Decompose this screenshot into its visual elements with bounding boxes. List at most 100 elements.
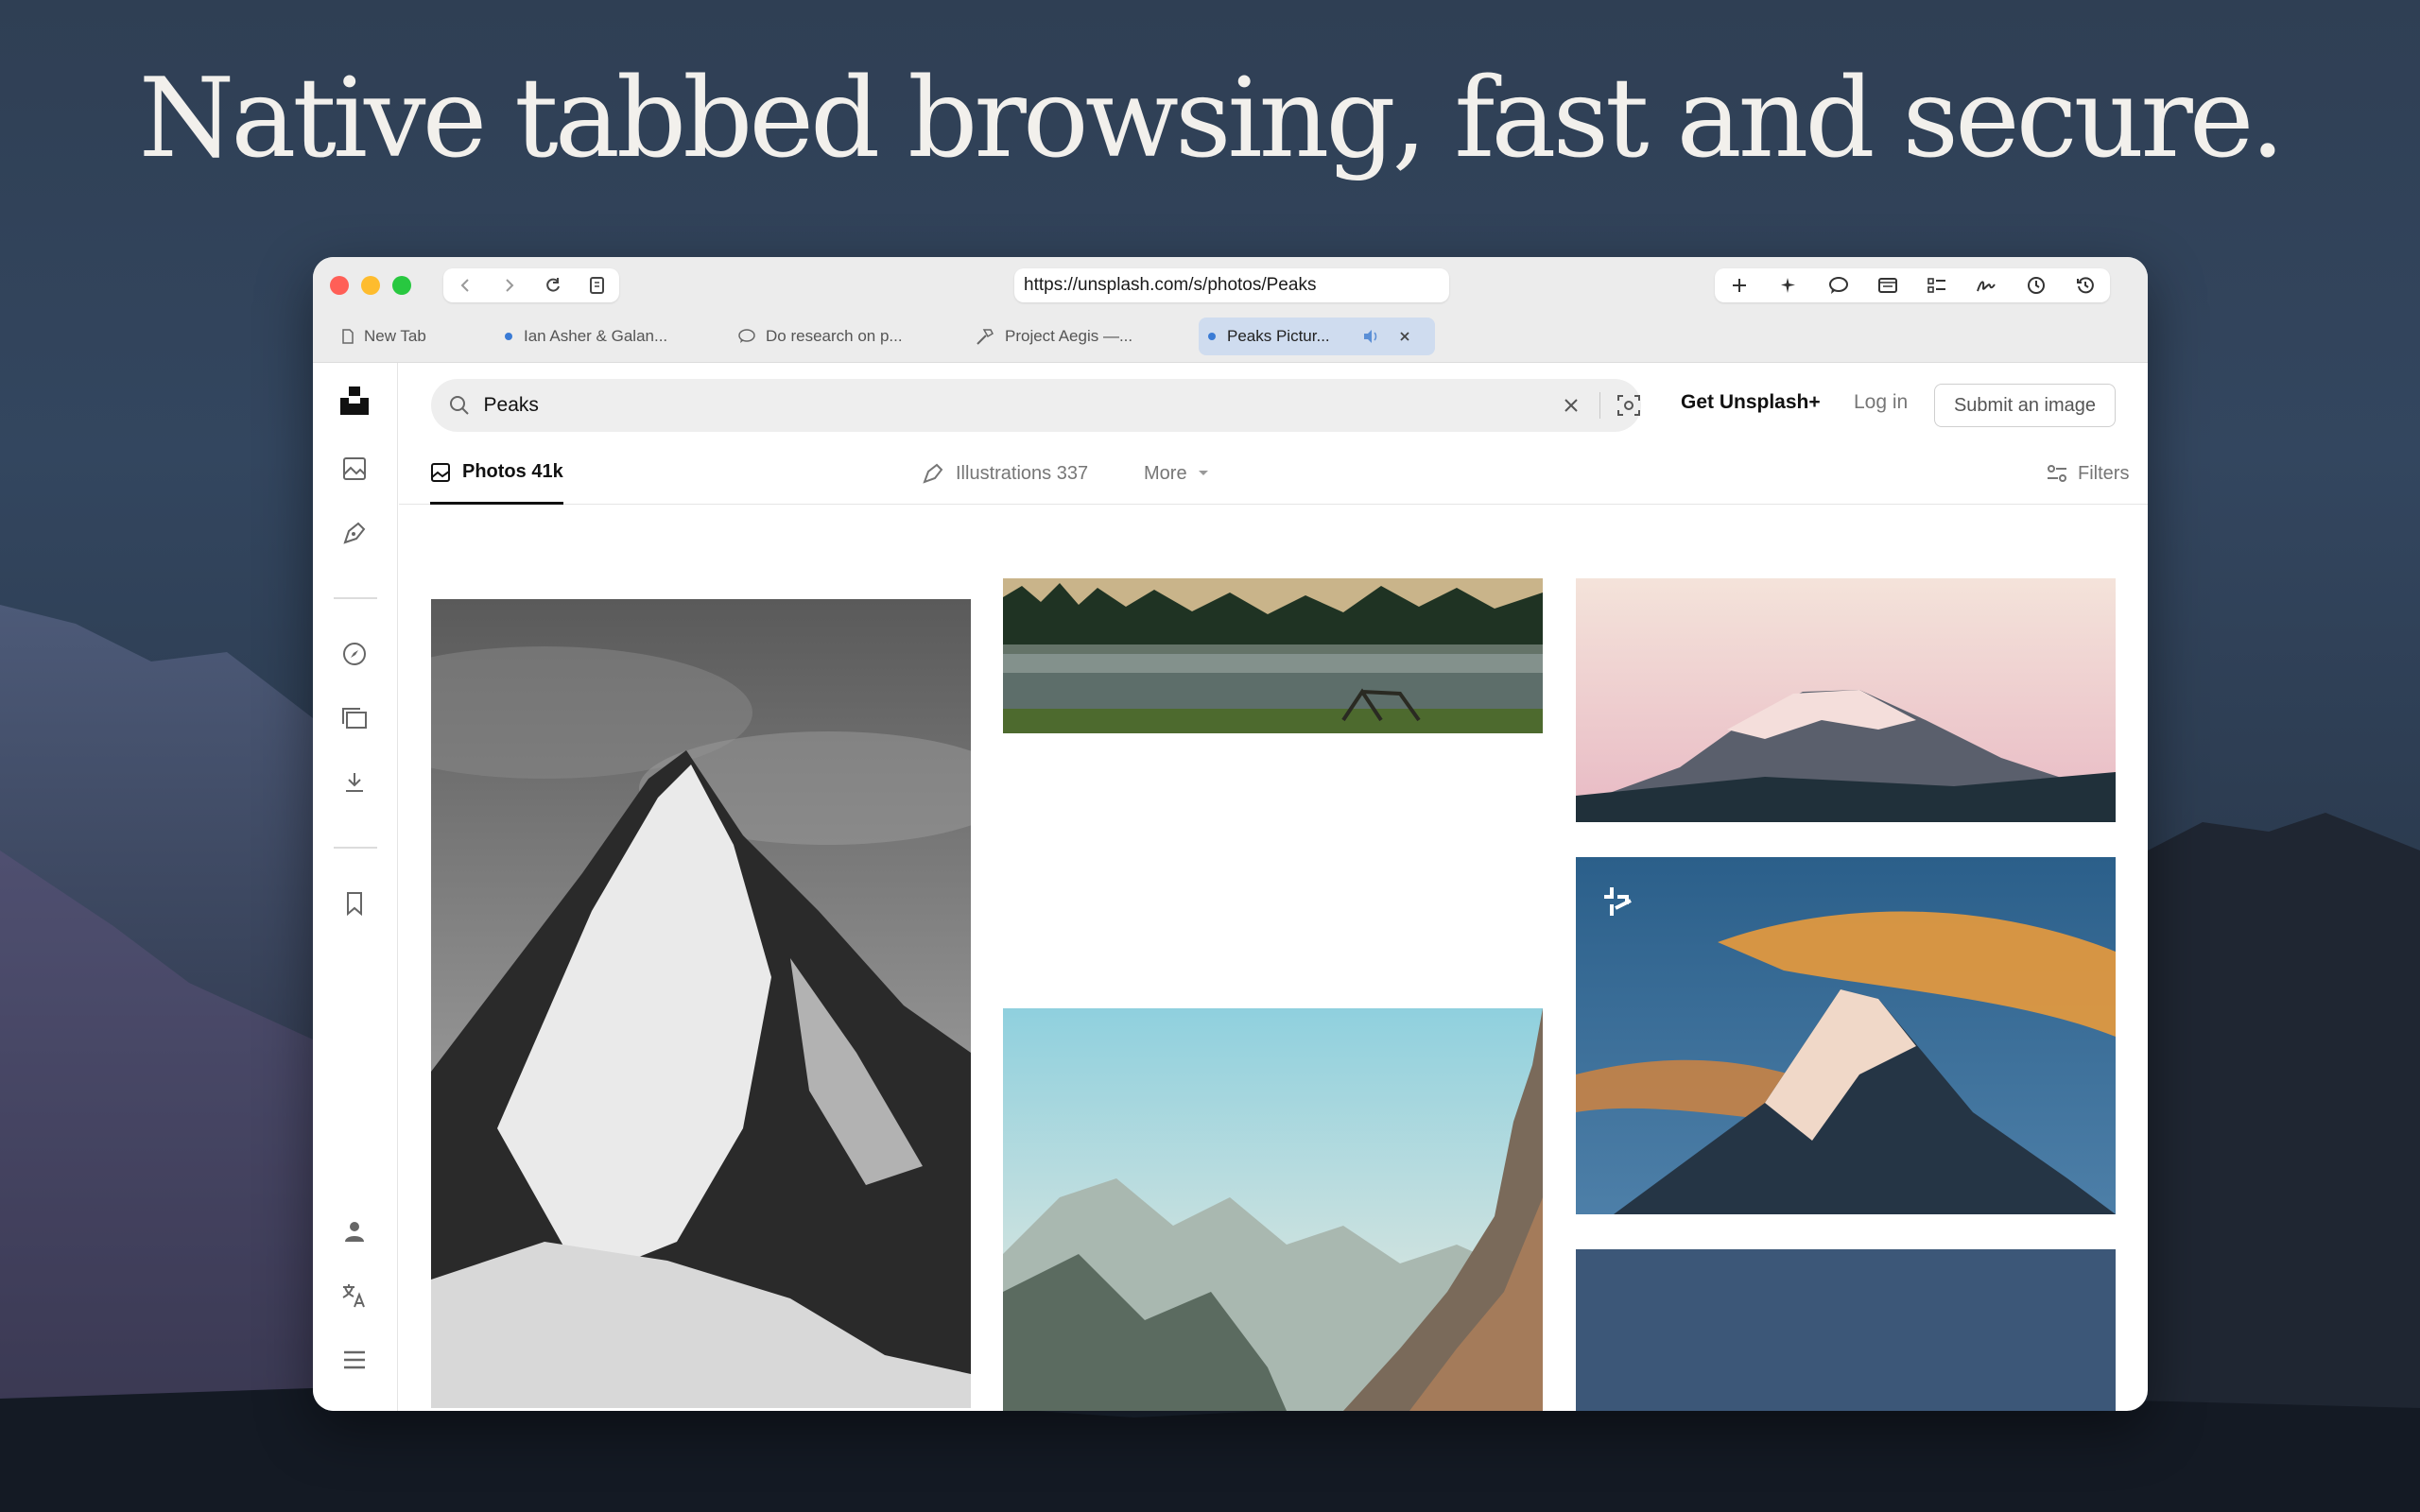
bw-mountain-image bbox=[431, 599, 971, 1408]
tab-title: Ian Asher & Galan... bbox=[524, 327, 668, 345]
filters-label: Filters bbox=[2078, 462, 2130, 484]
document-icon bbox=[342, 329, 354, 344]
tab-new-tab[interactable]: New Tab bbox=[332, 318, 436, 355]
tab-strip: New Tab Ian Asher & Galan... Do research… bbox=[332, 318, 2128, 355]
sidebar-account[interactable] bbox=[336, 1212, 373, 1250]
tab-photos[interactable]: Photos 41k bbox=[430, 442, 563, 505]
pen-nib-icon bbox=[343, 522, 366, 544]
tab-illustrations[interactable]: Illustrations 337 bbox=[922, 442, 1088, 505]
photo-forest-lake[interactable] bbox=[1003, 578, 1543, 733]
filters-button[interactable]: Filters bbox=[2046, 442, 2129, 505]
clock-button[interactable] bbox=[2022, 271, 2050, 300]
more-dropdown[interactable]: More bbox=[1144, 442, 1210, 505]
sidebar-bookmarks[interactable] bbox=[336, 885, 373, 922]
blue-dusk-image bbox=[1576, 1249, 2116, 1411]
back-button[interactable] bbox=[451, 271, 479, 300]
plus-icon bbox=[1733, 279, 1747, 292]
zoom-window-button[interactable] bbox=[392, 276, 411, 295]
tab-label: Illustrations 337 bbox=[956, 462, 1089, 484]
search-input[interactable] bbox=[483, 394, 1458, 417]
sidebar-divider bbox=[334, 597, 377, 599]
clear-search-icon[interactable] bbox=[1562, 396, 1581, 415]
annotate-button[interactable] bbox=[1972, 271, 2000, 300]
visual-search-icon[interactable] bbox=[1616, 393, 1641, 418]
submit-image-button[interactable]: Submit an image bbox=[1934, 384, 2116, 427]
hammer-icon bbox=[977, 329, 994, 345]
reader-button[interactable] bbox=[583, 271, 612, 300]
user-icon bbox=[345, 1222, 364, 1242]
photo-rainier-sunset[interactable] bbox=[1576, 578, 2116, 822]
valley-mountains-foreground bbox=[1003, 1008, 1543, 1411]
hamburger-menu-icon bbox=[344, 1350, 365, 1369]
new-tab-button[interactable] bbox=[1725, 271, 1754, 300]
close-tab-icon[interactable] bbox=[1398, 330, 1411, 343]
clock-icon bbox=[2027, 277, 2045, 294]
sidebar-menu[interactable] bbox=[336, 1341, 373, 1379]
login-link[interactable]: Log in bbox=[1854, 391, 1908, 414]
reload-icon bbox=[546, 278, 561, 292]
unsplash-logo[interactable] bbox=[336, 382, 373, 420]
document-icon bbox=[589, 277, 604, 294]
speaker-icon[interactable] bbox=[1362, 329, 1381, 344]
valley-mountains-overlay bbox=[1003, 1008, 1543, 1411]
tab-label: More bbox=[1144, 462, 1187, 484]
ai-button[interactable] bbox=[1774, 271, 1803, 300]
tab-title: Project Aegis —... bbox=[1005, 327, 1133, 345]
sidebar-divider bbox=[334, 847, 377, 849]
browser-window: https://unsplash.com/s/photos/Peaks New … bbox=[313, 257, 2148, 1411]
tab-ian-asher[interactable]: Ian Asher & Galan... bbox=[495, 318, 677, 355]
sparkle-icon bbox=[1781, 278, 1796, 293]
sidebar-illustrations[interactable] bbox=[336, 514, 373, 552]
browser-tools bbox=[1715, 268, 2110, 302]
chevron-down-icon bbox=[1198, 471, 1208, 475]
sidebar-explore[interactable] bbox=[336, 635, 373, 673]
chat-button[interactable] bbox=[1824, 271, 1853, 300]
site-content: Get Unsplash+ Log in Submit an image Pho… bbox=[399, 363, 2148, 1411]
audio-dot-icon bbox=[505, 333, 512, 340]
chat-bubble-icon bbox=[738, 329, 755, 343]
filters-icon bbox=[2048, 465, 2066, 482]
forward-button[interactable] bbox=[495, 271, 524, 300]
bookmark-icon bbox=[347, 892, 362, 917]
photo-bw-mountain[interactable] bbox=[431, 599, 971, 1408]
site-sidebar bbox=[313, 363, 398, 1411]
download-icon bbox=[346, 773, 363, 792]
navigation-controls bbox=[443, 268, 619, 302]
sidebar-collections[interactable] bbox=[336, 699, 373, 737]
minimize-window-button[interactable] bbox=[361, 276, 380, 295]
reading-list-button[interactable] bbox=[1874, 271, 1902, 300]
chat-bubble-icon bbox=[1828, 277, 1848, 294]
pen-nib-icon bbox=[923, 463, 943, 484]
image-icon bbox=[343, 457, 366, 480]
chevron-right-icon bbox=[506, 279, 514, 292]
search-divider bbox=[1599, 392, 1600, 419]
tab-project-aegis[interactable]: Project Aegis —... bbox=[965, 318, 1142, 355]
signature-icon bbox=[1977, 281, 1996, 292]
reload-button[interactable] bbox=[539, 271, 567, 300]
sidebar-downloads[interactable] bbox=[336, 764, 373, 801]
get-unsplash-plus-link[interactable]: Get Unsplash+ bbox=[1681, 391, 1821, 414]
close-window-button[interactable] bbox=[330, 276, 349, 295]
audio-dot-icon bbox=[1208, 333, 1216, 340]
unsplash-logo-icon bbox=[340, 387, 369, 415]
sidebar-language[interactable] bbox=[336, 1277, 373, 1314]
rainier-sunset-image bbox=[1576, 578, 2116, 822]
search-bar bbox=[431, 379, 1641, 432]
photo-blue-dusk[interactable] bbox=[1576, 1249, 2116, 1411]
history-icon bbox=[2076, 277, 2094, 294]
orange-clouds-peak-image bbox=[1576, 857, 2116, 1214]
translate-icon bbox=[342, 1284, 365, 1308]
browser-toolbar: https://unsplash.com/s/photos/Peaks New … bbox=[313, 257, 2148, 363]
tasks-button[interactable] bbox=[1923, 271, 1951, 300]
sidebar-photos[interactable] bbox=[336, 450, 373, 488]
unsplash-plus-badge-icon bbox=[1604, 887, 1632, 916]
compass-icon bbox=[343, 643, 366, 665]
address-bar[interactable]: https://unsplash.com/s/photos/Peaks bbox=[1014, 268, 1449, 302]
photo-orange-clouds-peak[interactable] bbox=[1576, 857, 2116, 1214]
media-type-tabs: Photos 41k Illustrations 337 More Filter… bbox=[399, 442, 2148, 505]
browser-window-icon bbox=[1877, 278, 1897, 293]
page-headline: Native tabbed browsing, fast and secure. bbox=[138, 55, 2286, 182]
tab-do-research[interactable]: Do research on p... bbox=[728, 318, 912, 355]
tab-peaks-pictures[interactable]: Peaks Pictur... bbox=[1199, 318, 1435, 355]
history-button[interactable] bbox=[2071, 271, 2100, 300]
